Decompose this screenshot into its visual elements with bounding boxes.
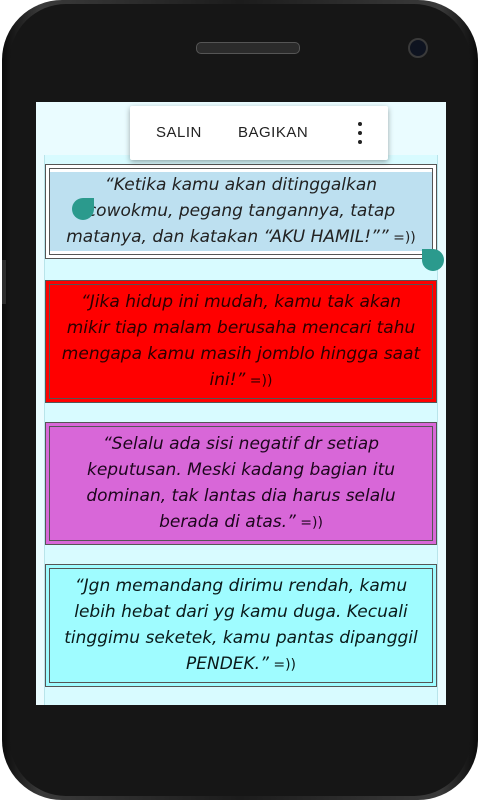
quote-text-4[interactable]: “Jgn memandang dirimu rendah, kamu lebih…	[50, 573, 432, 678]
quote-text-2[interactable]: “Jika hidup ini mudah, kamu tak akan mik…	[50, 289, 432, 394]
quote-card-2[interactable]: “Jika hidup ini mudah, kamu tak akan mik…	[45, 280, 437, 403]
quote-suffix: =))	[268, 657, 296, 673]
side-button	[2, 260, 6, 304]
quote-text: “Jika hidup ini mudah, kamu tak akan mik…	[61, 292, 421, 390]
quote-card-3[interactable]: “Selalu ada sisi negatif dr setiap keput…	[45, 422, 437, 545]
selection-end-handle[interactable]	[422, 249, 444, 271]
more-vert-icon-dot	[358, 140, 362, 144]
quote-card-4[interactable]: “Jgn memandang dirimu rendah, kamu lebih…	[45, 564, 437, 687]
speaker-grille	[196, 42, 300, 54]
quote-card-frame: “Jika hidup ini mudah, kamu tak akan mik…	[49, 284, 433, 399]
quote-text: “Selalu ada sisi negatif dr setiap keput…	[86, 434, 396, 532]
more-options-button[interactable]	[350, 120, 370, 146]
quote-card-1[interactable]: “Ketika kamu akan ditinggalkan cowokmu, …	[45, 164, 437, 259]
quote-card-frame: “Ketika kamu akan ditinggalkan cowokmu, …	[49, 168, 433, 255]
quote-suffix: =))	[295, 515, 323, 531]
selection-start-handle[interactable]	[72, 198, 94, 220]
quote-text-1[interactable]: “Ketika kamu akan ditinggalkan cowokmu, …	[50, 172, 432, 251]
copy-button[interactable]: SALIN	[156, 124, 202, 141]
front-camera	[408, 38, 428, 58]
quote-suffix: =))	[245, 373, 273, 389]
quote-suffix: =))	[388, 230, 416, 246]
quote-card-frame: “Jgn memandang dirimu rendah, kamu lebih…	[49, 568, 433, 683]
quote-text: “Ketika kamu akan ditinggalkan cowokmu, …	[66, 175, 396, 247]
quote-text-3[interactable]: “Selalu ada sisi negatif dr setiap keput…	[50, 431, 432, 536]
text-selection-toolbar: SALIN BAGIKAN	[130, 106, 388, 160]
more-vert-icon	[358, 122, 362, 126]
quote-card-frame: “Selalu ada sisi negatif dr setiap keput…	[49, 426, 433, 541]
app-screen: “Ketika kamu akan ditinggalkan cowokmu, …	[36, 102, 446, 705]
share-button[interactable]: BAGIKAN	[238, 124, 308, 141]
quote-text: “Jgn memandang dirimu rendah, kamu lebih…	[64, 576, 418, 674]
more-vert-icon-dot	[358, 131, 362, 135]
